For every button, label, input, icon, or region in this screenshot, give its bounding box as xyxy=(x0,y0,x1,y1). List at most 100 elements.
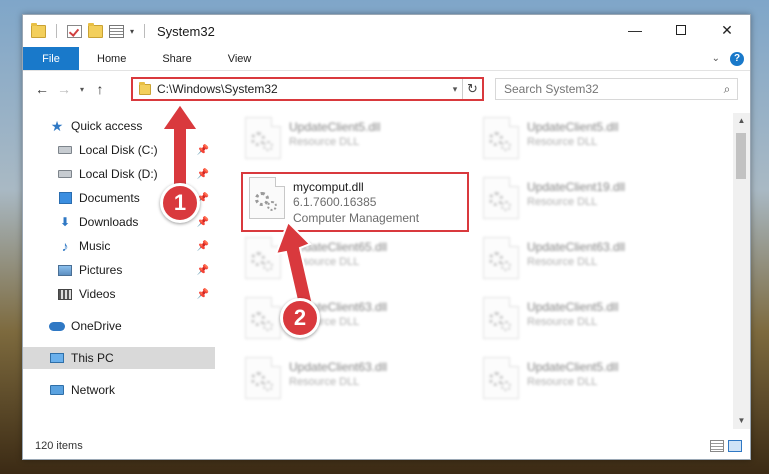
pictures-icon xyxy=(58,264,72,276)
list-item[interactable]: UpdateClient5.dll Resource DLL xyxy=(245,117,465,161)
scroll-up-icon[interactable]: ▲ xyxy=(733,113,750,129)
drive-icon xyxy=(58,170,72,178)
vertical-scrollbar[interactable]: ▲ ▼ xyxy=(733,113,750,429)
sidebar-item-onedrive[interactable]: OneDrive xyxy=(23,315,215,337)
file-type: Resource DLL xyxy=(527,256,598,268)
sidebar-item-label: Videos xyxy=(79,287,116,301)
dll-file-icon xyxy=(483,357,519,399)
refresh-icon[interactable]: ↻ xyxy=(462,79,482,99)
pin-icon[interactable]: 📌 xyxy=(197,289,209,300)
details-view-icon[interactable] xyxy=(710,440,724,452)
scroll-down-icon[interactable]: ▼ xyxy=(733,413,750,429)
maximize-button[interactable] xyxy=(658,15,704,45)
recent-locations-icon[interactable]: ▾ xyxy=(75,85,89,94)
sidebar-item-label: Documents xyxy=(79,191,140,205)
tiles-view-icon[interactable] xyxy=(728,440,742,452)
file-name: UpdateClient5.dll xyxy=(527,300,619,314)
sidebar-item-label: Quick access xyxy=(71,119,143,133)
pin-icon[interactable]: 📌 xyxy=(197,265,209,276)
file-type: Resource DLL xyxy=(527,316,598,328)
file-type: Resource DLL xyxy=(289,376,360,388)
file-type: Resource DLL xyxy=(527,136,598,148)
item-count: 120 items xyxy=(35,440,83,452)
window-controls: — ✕ xyxy=(612,15,750,45)
documents-icon xyxy=(58,192,72,204)
dll-file-icon xyxy=(483,237,519,279)
title-bar: ▾ System32 — ✕ xyxy=(23,15,750,47)
up-icon[interactable]: ↑ xyxy=(89,81,111,97)
properties-icon[interactable] xyxy=(109,24,124,38)
file-type: Resource DLL xyxy=(289,136,360,148)
sidebar-item-label: Downloads xyxy=(79,215,139,229)
minimize-button[interactable]: — xyxy=(612,15,658,45)
sidebar-item-label: Local Disk (C:) xyxy=(79,143,158,157)
scrollbar-thumb[interactable] xyxy=(736,133,746,179)
list-item[interactable]: UpdateClient5.dll Resource DLL xyxy=(483,357,703,401)
divider xyxy=(56,24,57,38)
download-icon: ⬇ xyxy=(59,215,71,229)
chevron-down-icon[interactable]: ▾ xyxy=(448,84,462,95)
sidebar-item-this-pc[interactable]: This PC xyxy=(23,347,215,369)
tab-view[interactable]: View xyxy=(210,47,270,70)
pin-icon[interactable]: 📌 xyxy=(197,241,209,252)
tab-share[interactable]: Share xyxy=(144,47,209,70)
list-item[interactable]: UpdateClient63.dll Resource DLL xyxy=(245,357,465,401)
file-name: UpdateClient5.dll xyxy=(527,120,619,134)
star-icon: ★ xyxy=(50,117,64,134)
address-path[interactable]: C:\Windows\System32 xyxy=(157,82,448,96)
sidebar-item-network[interactable]: Network xyxy=(23,379,215,401)
sidebar-item-videos[interactable]: Videos 📌 xyxy=(23,283,215,305)
file-name: UpdateClient5.dll xyxy=(289,120,381,134)
dll-file-icon xyxy=(483,117,519,159)
network-icon xyxy=(50,385,64,395)
sidebar-item-label: Local Disk (D:) xyxy=(79,167,158,181)
forward-icon[interactable]: → xyxy=(53,81,75,97)
pc-icon xyxy=(50,353,64,363)
dll-file-icon xyxy=(245,357,281,399)
step-badge-2: 2 xyxy=(280,298,320,338)
music-icon: ♪ xyxy=(61,238,69,254)
search-input[interactable] xyxy=(504,82,717,96)
tab-home[interactable]: Home xyxy=(79,47,144,70)
sidebar-item-label: Pictures xyxy=(79,263,123,277)
address-bar[interactable]: C:\Windows\System32 ▾ ↻ xyxy=(131,77,484,101)
folder-icon xyxy=(139,81,151,95)
maximize-icon xyxy=(676,25,686,35)
pin-icon[interactable]: 📌 xyxy=(197,217,209,228)
quick-access-toolbar: ▾ System32 xyxy=(31,22,215,39)
sidebar-item-label: Music xyxy=(79,239,111,253)
file-type: Resource DLL xyxy=(527,376,598,388)
search-box[interactable]: ⌕ xyxy=(495,78,738,100)
folder-icon xyxy=(31,22,46,38)
properties-check-icon[interactable] xyxy=(67,24,82,38)
file-name: UpdateClient63.dll xyxy=(289,360,388,374)
list-item[interactable]: UpdateClient5.dll Resource DLL xyxy=(483,117,703,161)
sidebar-item-pictures[interactable]: Pictures 📌 xyxy=(23,259,215,281)
status-bar: 120 items xyxy=(23,433,750,459)
help-icon[interactable]: ? xyxy=(730,51,744,66)
sidebar-item-label: OneDrive xyxy=(71,319,122,333)
list-item[interactable]: UpdateClient63.dll Resource DLL xyxy=(483,237,703,281)
file-name: UpdateClient63.dll xyxy=(527,240,626,254)
sidebar-item-label: Network xyxy=(71,383,116,397)
drive-icon xyxy=(58,146,72,154)
tab-file[interactable]: File xyxy=(23,47,79,70)
explorer-window: ▾ System32 — ✕ File Home Share View ⌄ ? … xyxy=(22,14,751,460)
list-item[interactable]: UpdateClient19.dll Resource DLL xyxy=(483,177,703,221)
file-name: UpdateClient19.dll xyxy=(527,180,626,194)
navigation-bar: ← → ▾ ↑ C:\Windows\System32 ▾ ↻ ⌕ xyxy=(23,73,750,105)
step-badge-1: 1 xyxy=(160,183,200,223)
sidebar-item-music[interactable]: ♪ Music 📌 xyxy=(23,235,215,257)
customize-toolbar-icon[interactable]: ▾ xyxy=(130,27,134,36)
close-button[interactable]: ✕ xyxy=(704,15,750,45)
list-item[interactable]: UpdateClient5.dll Resource DLL xyxy=(483,297,703,341)
ribbon: File Home Share View ⌄ ? xyxy=(23,47,750,71)
back-icon[interactable]: ← xyxy=(31,81,53,97)
new-folder-icon[interactable] xyxy=(88,22,103,38)
sidebar-item-label: This PC xyxy=(71,351,114,365)
videos-icon xyxy=(58,288,72,300)
expand-ribbon-icon[interactable]: ⌄ xyxy=(712,53,720,64)
dll-file-icon xyxy=(483,297,519,339)
dll-file-icon xyxy=(245,117,281,159)
dll-file-icon xyxy=(483,177,519,219)
